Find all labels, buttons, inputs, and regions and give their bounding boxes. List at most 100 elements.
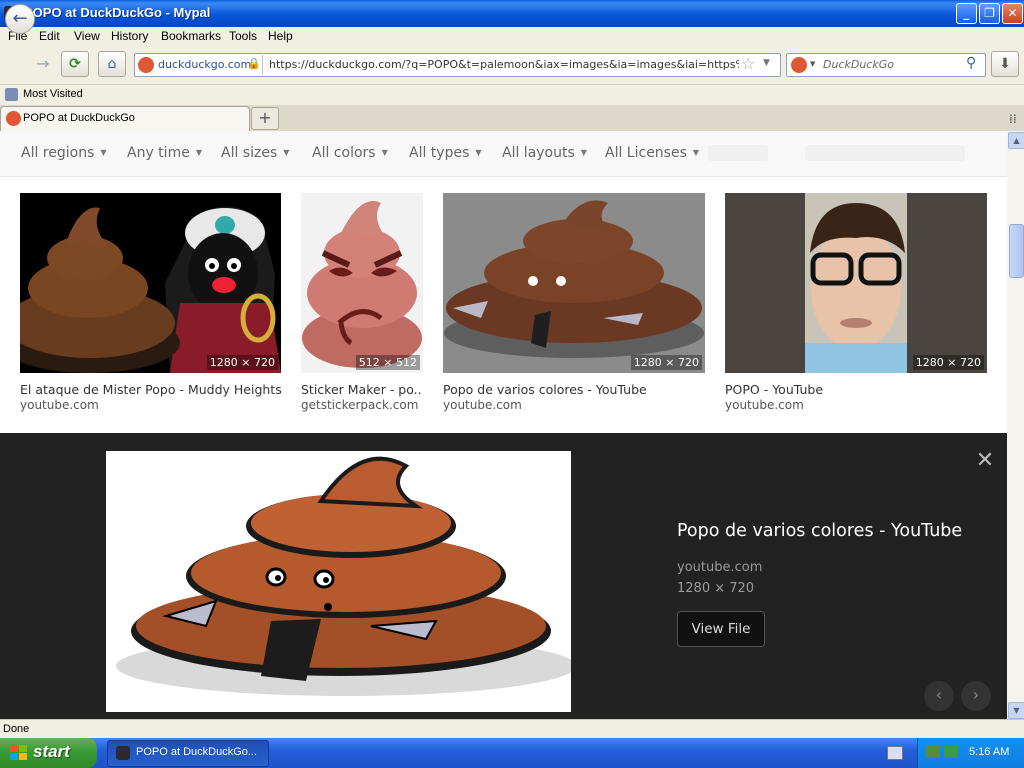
- site-identity[interactable]: duckduckgo.com: [158, 58, 251, 71]
- filter-bar: All regions ▼ Any time ▼ All sizes ▼ All co…: [0, 131, 1007, 177]
- tab-popo[interactable]: POPO at DuckDuckGo: [0, 106, 250, 131]
- filter-colors[interactable]: All colors ▼: [312, 145, 388, 161]
- most-visited-link[interactable]: Most Visited: [23, 88, 83, 100]
- clock[interactable]: 5:16 AM: [969, 746, 1009, 758]
- boy-with-glasses-image: [725, 193, 987, 373]
- chevron-left-icon: ‹: [935, 685, 943, 704]
- page-content: All regions ▼ Any time ▼ All sizes ▼ All co…: [0, 131, 1007, 719]
- image-detail-panel: Popo de varios colores - YouTube youtube…: [0, 433, 1007, 719]
- colored-poop-large-image: [106, 451, 571, 712]
- image-dimensions: 1280 × 720: [912, 355, 984, 370]
- menu-tools[interactable]: Tools: [229, 29, 257, 43]
- close-icon[interactable]: ✕: [975, 450, 995, 472]
- chevron-down-icon: ▼: [692, 148, 700, 157]
- prev-image-button[interactable]: ‹: [924, 681, 954, 711]
- view-file-button[interactable]: View File: [677, 611, 765, 647]
- menu-edit[interactable]: Edit: [39, 29, 60, 43]
- result-thumbnail-3[interactable]: 1280 × 720: [443, 193, 705, 373]
- scrollbar-thumb[interactable]: [1009, 224, 1024, 278]
- result-title-4[interactable]: POPO - YouTube: [725, 382, 987, 397]
- chevron-down-icon: ▼: [580, 148, 587, 157]
- scroll-up-button[interactable]: ▲: [1008, 132, 1024, 149]
- chevron-down-icon: ▼: [283, 148, 290, 157]
- taskbar-item-label: POPO at DuckDuckGo...: [136, 746, 258, 758]
- start-button[interactable]: start: [0, 738, 97, 768]
- bookmark-star-icon[interactable]: ☆: [741, 54, 755, 73]
- tab-label: POPO at DuckDuckGo: [23, 112, 135, 124]
- menu-history[interactable]: History: [111, 29, 148, 43]
- status-bar: Done: [0, 719, 1024, 739]
- menu-bookmarks[interactable]: Bookmarks: [161, 29, 221, 43]
- filter-types[interactable]: All types ▼: [409, 145, 482, 161]
- image-dimensions: 1280 × 720: [206, 355, 278, 370]
- result-thumbnail-2[interactable]: 512 × 512: [301, 193, 423, 373]
- title-bar[interactable]: ◉ POPO at DuckDuckGo - Mypal _ ❐ ✕: [0, 0, 1024, 27]
- status-text: Done: [3, 723, 30, 735]
- result-source-1[interactable]: youtube.com: [20, 398, 99, 412]
- search-bar[interactable]: ▼ DuckDuckGo ⚲: [786, 53, 986, 77]
- back-button[interactable]: ←: [5, 4, 35, 34]
- image-dimensions: 512 × 512: [355, 355, 420, 370]
- search-engine-icon[interactable]: [791, 57, 807, 73]
- engine-dropdown-icon[interactable]: ▼: [810, 60, 815, 68]
- duckduckgo-favicon: [138, 57, 154, 73]
- tab-list-icon[interactable]: ⁞⁞: [1009, 112, 1017, 126]
- result-source-3[interactable]: youtube.com: [443, 398, 522, 412]
- chevron-right-icon: ›: [972, 685, 980, 704]
- search-icon[interactable]: ⚲: [966, 55, 976, 71]
- back-arrow-icon: ←: [12, 8, 28, 29]
- bookmarks-toolbar: Most Visited: [0, 85, 1024, 105]
- home-icon: ⌂: [107, 56, 117, 72]
- forward-arrow-icon: →: [36, 54, 50, 73]
- angry-poop-sticker-image: [301, 193, 423, 373]
- filter-licenses[interactable]: All Licenses ▼: [605, 145, 699, 161]
- vertical-scrollbar[interactable]: [1007, 131, 1024, 719]
- network-status-icon[interactable]: [944, 746, 958, 758]
- detail-title[interactable]: Popo de varios colores - YouTube: [677, 521, 962, 541]
- detail-source[interactable]: youtube.com: [677, 560, 762, 575]
- result-source-4[interactable]: youtube.com: [725, 398, 804, 412]
- network-icon[interactable]: [926, 746, 940, 758]
- menu-help[interactable]: Help: [268, 29, 293, 43]
- result-thumbnail-1[interactable]: 1280 × 720: [20, 193, 281, 373]
- taskbar-item-browser[interactable]: POPO at DuckDuckGo...: [107, 740, 269, 767]
- filter-layouts[interactable]: All layouts ▼: [502, 145, 587, 161]
- forward-button[interactable]: →: [36, 54, 49, 73]
- url-text[interactable]: https://duckduckgo.com/?q=POPO&t=palemoo…: [269, 58, 739, 71]
- menu-bar: File Edit View History Bookmarks Tools H…: [0, 27, 1024, 46]
- result-title-2[interactable]: Sticker Maker - po...: [301, 382, 423, 397]
- close-button[interactable]: ✕: [1002, 3, 1023, 24]
- result-title-1[interactable]: El ataque de Mister Popo - Muddy Heights…: [20, 382, 282, 397]
- scroll-down-button[interactable]: ▼: [1008, 702, 1024, 719]
- colored-poop-image: [443, 193, 705, 373]
- menu-view[interactable]: View: [74, 29, 100, 43]
- detail-dimensions: 1280 × 720: [677, 581, 755, 596]
- downloads-button[interactable]: ⬇: [991, 51, 1019, 77]
- lock-icon: 🔒: [247, 57, 261, 70]
- filter-sizes[interactable]: All sizes ▼: [221, 145, 289, 161]
- filter-time[interactable]: Any time ▼: [127, 145, 202, 161]
- filter-regions[interactable]: All regions ▼: [21, 145, 107, 161]
- reload-button[interactable]: ⟳: [61, 51, 89, 77]
- url-dropdown-icon[interactable]: ▼: [763, 58, 770, 68]
- next-image-button[interactable]: ›: [961, 681, 991, 711]
- url-bar[interactable]: duckduckgo.com 🔒 https://duckduckgo.com/…: [134, 53, 781, 77]
- result-source-2[interactable]: getstickerpack.com: [301, 398, 418, 412]
- poop-dragonball-image: [20, 193, 281, 373]
- chevron-down-icon: ▼: [195, 148, 202, 157]
- minimize-button[interactable]: _: [956, 3, 977, 24]
- new-tab-button[interactable]: +: [251, 107, 279, 130]
- start-label: start: [33, 742, 70, 761]
- browser-icon: [116, 746, 130, 760]
- image-dimensions: 1280 × 720: [630, 355, 702, 370]
- maximize-button[interactable]: ❐: [979, 3, 1000, 24]
- window-title: POPO at DuckDuckGo - Mypal: [24, 5, 211, 20]
- result-thumbnail-4[interactable]: 1280 × 720: [725, 193, 987, 373]
- result-title-3[interactable]: Popo de varios colores - YouTube: [443, 382, 705, 397]
- detail-image[interactable]: [106, 451, 571, 712]
- chevron-down-icon: ▼: [100, 148, 107, 157]
- reload-icon: ⟳: [69, 56, 81, 72]
- search-engine-label[interactable]: DuckDuckGo: [823, 58, 894, 71]
- home-button[interactable]: ⌂: [98, 51, 126, 77]
- keyboard-icon[interactable]: [887, 746, 903, 760]
